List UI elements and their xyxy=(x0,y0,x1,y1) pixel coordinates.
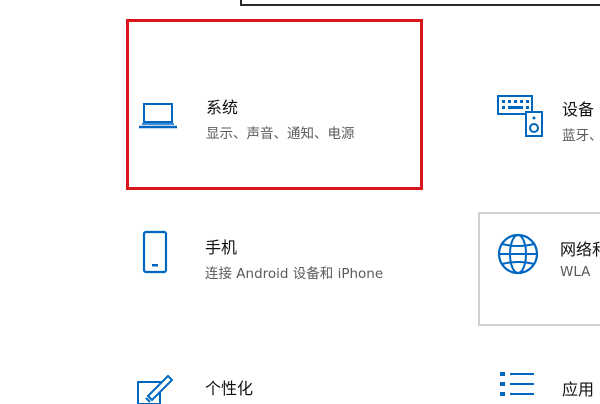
tile-devices[interactable]: 设备 蓝牙、 xyxy=(490,22,600,187)
tile-personalization[interactable]: 个性化 xyxy=(130,360,430,404)
tile-title: 应用 xyxy=(562,380,595,399)
tile-hover-outline xyxy=(478,212,600,326)
tile-subtitle: 连接 Android 设备和 iPhone xyxy=(205,266,384,282)
phone-icon xyxy=(142,230,168,274)
tile-subtitle: 蓝牙、 xyxy=(562,128,600,144)
selection-highlight xyxy=(126,19,423,190)
keyboard-speaker-icon xyxy=(497,95,543,137)
apps-list-icon xyxy=(500,372,534,396)
tile-title: 个性化 xyxy=(205,379,254,398)
tile-title: 设备 xyxy=(562,100,595,119)
tile-phone[interactable]: 手机 连接 Android 设备和 iPhone xyxy=(130,212,430,322)
tile-apps[interactable]: 应用 xyxy=(490,360,600,400)
search-box[interactable] xyxy=(240,0,600,6)
tile-title: 手机 xyxy=(205,238,238,257)
